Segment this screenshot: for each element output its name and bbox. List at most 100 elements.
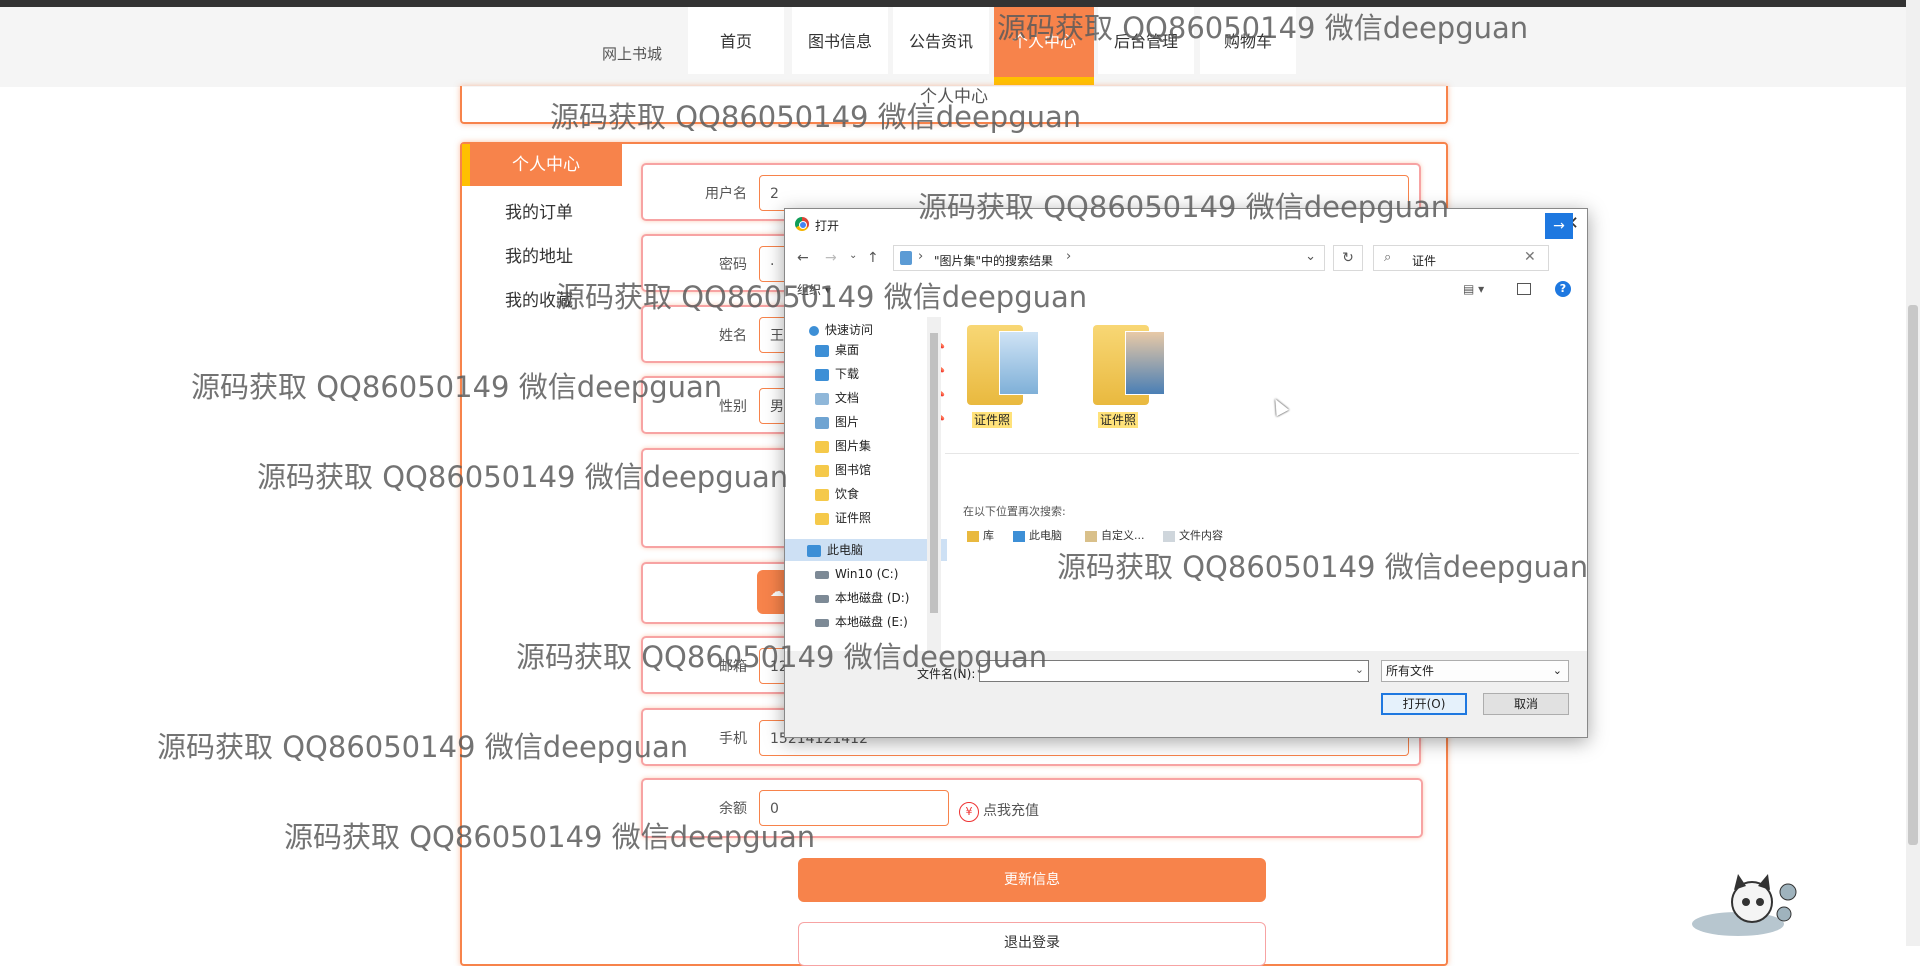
watermark: 源码获取 QQ86050149 微信deepguan xyxy=(1057,550,1589,584)
file-name: 证件照 xyxy=(947,411,1037,428)
computer-icon xyxy=(807,544,821,557)
nav-news[interactable]: 公告资讯 xyxy=(893,7,989,74)
watermark: 源码获取 QQ86050149 微信deepguan xyxy=(157,730,689,764)
nav-pane-label: Win10 (C:) xyxy=(835,567,899,581)
watermark: 源码获取 QQ86050149 微信deepguan xyxy=(257,460,789,494)
nav-pane-label: 饮食 xyxy=(835,487,860,501)
document-icon xyxy=(815,392,829,405)
yen-icon: ¥ xyxy=(959,802,979,822)
clear-search-icon[interactable]: ✕ xyxy=(1524,249,1536,265)
search-again-item-label: 自定义... xyxy=(1101,529,1145,542)
nav-pane-label: 下载 xyxy=(835,367,860,381)
recharge-label: 点我充值 xyxy=(983,803,1039,819)
search-again-label: 在以下位置再次搜索: xyxy=(963,505,1066,518)
browser-top-strip xyxy=(0,0,1920,7)
forward-arrow-icon[interactable]: → xyxy=(825,250,837,266)
watermark: 源码获取 QQ86050149 微信deepguan xyxy=(284,820,816,854)
nav-pane-label: 图片 xyxy=(835,415,860,429)
update-info-button[interactable]: 更新信息 xyxy=(798,858,1266,902)
search-again-file-contents[interactable]: 文件内容 xyxy=(1163,527,1223,543)
logout-button[interactable]: 退出登录 xyxy=(798,922,1266,966)
nav-pane-label: 本地磁盘 (D:) xyxy=(835,591,910,605)
nav-pane-label: 证件照 xyxy=(835,511,872,525)
page-scrollbar-thumb[interactable] xyxy=(1908,305,1918,845)
star-icon xyxy=(809,325,819,336)
nav-pane-label: 快速访问 xyxy=(825,323,874,337)
search-input[interactable]: ⌕ 证件 ✕ xyxy=(1373,245,1549,271)
search-go-button[interactable]: → xyxy=(1545,213,1573,239)
chevron-down-icon[interactable]: ⌄ xyxy=(1305,249,1316,264)
view-options-icon[interactable]: ▤ ▾ xyxy=(1463,282,1484,296)
nav-quick-access[interactable]: 快速访问 xyxy=(785,319,949,341)
search-again-this-pc[interactable]: 此电脑 xyxy=(1013,527,1062,543)
recent-locations-icon[interactable]: ⌄ xyxy=(849,250,857,261)
navigation-pane: 快速访问 桌面📌 下载📌 文档📌 图片📌 图片集 图书馆 饮食 证件照 此电脑 … xyxy=(785,317,947,657)
file-item[interactable]: 证件照 xyxy=(947,325,1039,435)
custom-folder-icon xyxy=(1085,530,1097,542)
chevron-down-icon[interactable]: ⌄ xyxy=(1355,663,1364,676)
folder-icon xyxy=(815,512,829,525)
folder-icon xyxy=(815,488,829,501)
address-bar[interactable]: › "图片集"中的搜索结果 › ⌄ xyxy=(893,245,1325,271)
folder-icon xyxy=(1093,325,1165,405)
breadcrumb-chevron-icon: › xyxy=(918,249,924,264)
id-photo-thumbnail xyxy=(1125,331,1165,395)
recharge-link[interactable]: ¥ 点我充值 xyxy=(959,800,1039,822)
computer-icon xyxy=(1013,530,1025,542)
search-again-divider xyxy=(945,453,1579,454)
file-name-text: 证件照 xyxy=(971,412,1012,428)
cancel-button[interactable]: 取消 xyxy=(1483,693,1569,715)
sidebar-item-user-center[interactable]: 个人中心 xyxy=(462,144,622,186)
nav-pane-label: 桌面 xyxy=(835,343,860,357)
watermark: 源码获取 QQ86050149 微信deepguan xyxy=(997,11,1529,45)
watermark: 源码获取 QQ86050149 微信deepguan xyxy=(516,640,1048,674)
breadcrumb: "图片集"中的搜索结果 xyxy=(934,254,1054,268)
dialog-title: 打开 xyxy=(815,219,840,233)
username-label: 用户名 xyxy=(705,186,747,202)
sidebar-item-address[interactable]: 我的地址 xyxy=(505,242,573,267)
address-row: ← → ⌄ ↑ › "图片集"中的搜索结果 › ⌄ ↻ ⌕ 证件 ✕ xyxy=(785,241,1587,275)
nav-pane-label: 此电脑 xyxy=(827,543,864,557)
file-type-select[interactable]: 所有文件 ⌄ xyxy=(1381,660,1569,682)
breadcrumb-chevron-icon: › xyxy=(1066,249,1072,264)
chrome-icon xyxy=(795,217,809,231)
preview-pane-icon[interactable] xyxy=(1517,283,1531,295)
brand-title: 网上书城 xyxy=(602,45,663,63)
id-photo-thumbnail xyxy=(999,331,1039,395)
nav-books[interactable]: 图书信息 xyxy=(792,7,888,74)
nav-pane-label: 图片集 xyxy=(835,439,872,453)
search-results-icon xyxy=(900,251,912,265)
file-name: 证件照 xyxy=(1073,411,1163,428)
search-again-custom[interactable]: 自定义... xyxy=(1085,527,1145,543)
drive-icon xyxy=(815,570,829,579)
nav-pane-scrollbar-thumb[interactable] xyxy=(930,333,938,613)
watermark: 源码获取 QQ86050149 微信deepguan xyxy=(556,280,1088,314)
search-again-libraries[interactable]: 库 xyxy=(967,527,994,543)
refresh-icon[interactable]: ↻ xyxy=(1333,245,1363,271)
library-icon xyxy=(967,530,979,542)
file-type-value: 所有文件 xyxy=(1386,664,1435,678)
name-label: 姓名 xyxy=(719,328,747,344)
watermark: 源码获取 QQ86050149 微信deepguan xyxy=(191,370,723,404)
search-again-item-label: 此电脑 xyxy=(1029,529,1062,542)
sidebar-item-orders[interactable]: 我的订单 xyxy=(505,198,573,223)
password-label: 密码 xyxy=(719,257,747,273)
file-item[interactable]: 证件照 xyxy=(1073,325,1165,435)
search-icon: ⌕ xyxy=(1384,250,1392,265)
search-value: 证件 xyxy=(1412,254,1437,268)
watermark: 源码获取 QQ86050149 微信deepguan xyxy=(550,100,1082,134)
nav-this-pc[interactable]: 此电脑 xyxy=(785,539,947,561)
download-icon xyxy=(815,368,829,381)
file-name-text: 证件照 xyxy=(1097,412,1138,428)
search-again-item-label: 库 xyxy=(983,529,994,542)
desktop-icon xyxy=(815,344,829,357)
open-button[interactable]: 打开(O) xyxy=(1381,693,1467,715)
search-again-item-label: 文件内容 xyxy=(1179,529,1223,542)
cloud-upload-icon: ☁ xyxy=(770,584,784,600)
back-arrow-icon[interactable]: ← xyxy=(797,250,809,266)
cat-mascot-image xyxy=(1692,874,1797,936)
drive-icon xyxy=(815,594,829,603)
help-icon[interactable]: ? xyxy=(1555,281,1571,297)
nav-home[interactable]: 首页 xyxy=(688,7,784,74)
up-arrow-icon[interactable]: ↑ xyxy=(867,250,879,266)
